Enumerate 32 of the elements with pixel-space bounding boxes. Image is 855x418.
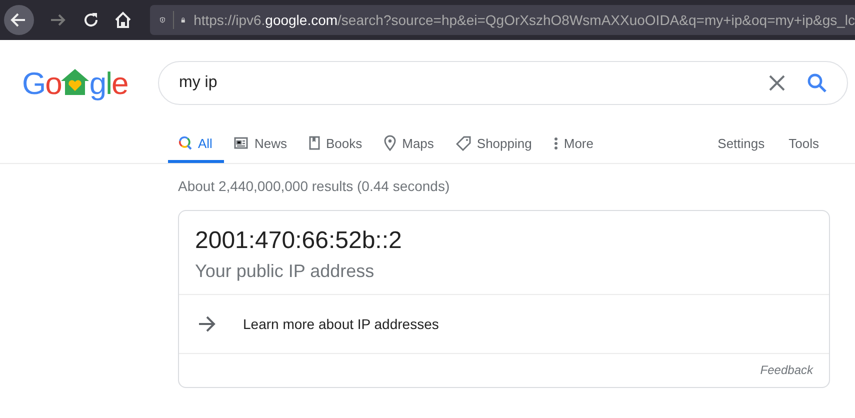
- tab[interactable]: More: [544, 126, 606, 163]
- tag-icon: [456, 136, 471, 150]
- address-bar[interactable]: https://ipv6.google.com/search?source=hp&ei=QgOrXszhO8WsmAXXuoOIDA&q=my+ip&oq=my+ip&gs_lc: [150, 5, 855, 35]
- logo-text[interactable]: gle: [89, 69, 128, 99]
- tab[interactable]: Maps: [374, 126, 446, 163]
- ip-caption: Your public IP address: [195, 261, 376, 282]
- back-button[interactable]: [4, 5, 34, 35]
- map-pin-icon: [384, 135, 396, 151]
- newspaper-icon: [234, 137, 248, 149]
- tab[interactable]: News: [224, 126, 299, 163]
- search-icon[interactable]: [807, 73, 827, 93]
- home-icon[interactable]: [114, 11, 132, 29]
- learn-more-link[interactable]: Learn more about IP addresses: [243, 316, 439, 332]
- arrow-icon: [197, 315, 217, 333]
- tab[interactable]: Books: [298, 126, 374, 163]
- search-input[interactable]: my ip: [179, 74, 747, 92]
- result-stats: About 2,440,000,000 results (0.44 seconds): [178, 178, 451, 196]
- reload-icon[interactable]: [82, 11, 100, 29]
- search-icon: [178, 136, 192, 150]
- search-field[interactable]: my ip: [158, 61, 848, 105]
- feedback-link[interactable]: Feedback: [760, 363, 813, 377]
- url-text: https://ipv6.google.com/search?source=hp&ei=QgOrXszhO8WsmAXXuoOIDA&q=my+ip&oq=my+ip&gs_lc: [194, 12, 855, 28]
- close-icon[interactable]: [769, 75, 785, 91]
- more-icon: [554, 136, 558, 150]
- book-icon: [308, 136, 320, 150]
- logo-text[interactable]: Go: [22, 69, 62, 99]
- house-heart-icon[interactable]: [60, 67, 90, 97]
- ip-address: 2001:470:66:52b::2: [195, 227, 403, 255]
- tool-link[interactable]: Settings: [718, 126, 765, 160]
- tab[interactable]: All: [168, 126, 224, 163]
- tab[interactable]: Shopping: [446, 126, 544, 163]
- tool-link[interactable]: Tools: [788, 126, 819, 160]
